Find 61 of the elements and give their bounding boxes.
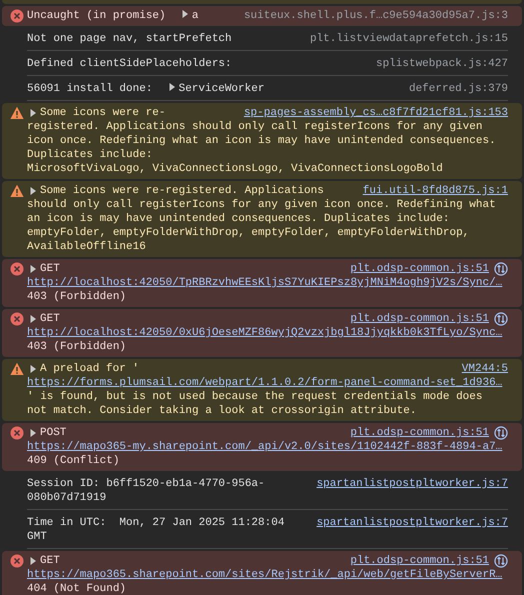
source-link[interactable]: plt.odsp-common.js:51 (350, 262, 489, 276)
disclosure-triangle-icon[interactable] (29, 429, 37, 437)
warning-icon (10, 184, 24, 198)
log-message: 403 (Forbidden) (27, 340, 128, 354)
url-link[interactable]: https://forms.plumsail.com/webpart/1.1.0.2/form-panel-command-set_1d936… (27, 376, 508, 390)
source-link[interactable]: fui.util-8fd8d875.js:1 (362, 184, 508, 198)
log-message: 404 (Not Found) (27, 582, 128, 595)
source-link[interactable]: spartanlistpostpltworker.js:7 (316, 516, 508, 530)
log-message: Defined clientSidePlaceholders: (27, 57, 232, 71)
error-icon (10, 262, 24, 276)
log-message: registered. Applications should only call registerIcons for any given icon once. Redefining what an icon is may have unintended consequences. Duplicates include: MicrosoftVivaLogo, VivaConnectionsLogo, VivaConnectionsLogoBold (27, 120, 497, 176)
log-message: 409 (Conflict) (27, 454, 120, 468)
disclosure-triangle-icon[interactable] (168, 83, 176, 91)
network-request-icon[interactable] (494, 262, 508, 276)
error-icon (10, 312, 24, 326)
source-link[interactable]: plt.odsp-common.js:51 (350, 312, 489, 326)
disclosure-triangle-icon[interactable] (29, 109, 37, 117)
warning-icon (10, 362, 24, 376)
source-link[interactable]: deferred.js:379 (408, 82, 508, 96)
log-message: ' is found, but is not used because the request credentials mode does not match. Consider taking a look at crossorigin attribute. (27, 390, 484, 418)
logged-object[interactable]: ServiceWorker (178, 83, 264, 95)
error-icon (10, 9, 24, 23)
warning-icon (10, 106, 24, 120)
error-icon (10, 426, 24, 440)
network-request-icon[interactable] (494, 426, 508, 440)
disclosure-triangle-icon[interactable] (29, 187, 37, 195)
source-link[interactable]: spartanlistpostpltworker.js:7 (316, 477, 508, 491)
url-link[interactable]: http://localhost:42050/0xU6jOeseMZF86wyjQ2vzxjbgl18Jjyqkkb0k3TfLyo/Sync… (27, 326, 508, 340)
disclosure-triangle-icon[interactable] (29, 557, 37, 565)
source-link[interactable]: suiteux.shell.plus.f…c9e594a30d95a7.js:3 (244, 9, 508, 23)
disclosure-triangle-icon[interactable] (29, 315, 37, 323)
source-link[interactable]: plt.listviewdataprefetch.js:15 (310, 32, 508, 46)
source-link[interactable]: splistwebpack.js:427 (376, 57, 508, 71)
log-message: GET (40, 262, 60, 276)
url-link[interactable]: https://mapo365.sharepoint.com/sites/Rejstrik/_api/web/getFileByServerR… (27, 568, 508, 582)
disclosure-triangle-icon[interactable] (180, 10, 189, 18)
log-message: Some icons were re- (40, 106, 166, 120)
log-message: Some icons were re-registered. Applications (40, 184, 324, 198)
log-message: Time in UTC: Mon, 27 Jan 2025 11:28:04 GMT (27, 516, 286, 544)
logged-object[interactable]: a (192, 10, 198, 22)
log-message: Uncaught (in promise) (27, 9, 166, 23)
log-message: Session ID: b6ff1520-eb1a-4770-956a-080b07d71919 (27, 477, 266, 505)
source-link[interactable]: sp-pages-assembly_cs…c8f7fd21cf81.js:153 (244, 106, 508, 120)
network-request-icon[interactable] (494, 554, 508, 568)
log-message: A preload for ' (40, 362, 140, 376)
log-message: POST (40, 426, 66, 440)
log-message: 56091 install done: (27, 82, 152, 96)
network-request-icon[interactable] (494, 312, 508, 326)
disclosure-triangle-icon[interactable] (29, 365, 37, 373)
log-message: GET (40, 554, 60, 568)
error-icon (10, 554, 24, 568)
source-link[interactable]: plt.odsp-common.js:51 (350, 554, 489, 568)
source-link[interactable]: VM244:5 (462, 362, 508, 376)
log-message: Not one page nav, startPrefetch (27, 32, 232, 46)
log-message: should only call registerIcons for any given icon once. Redefining what an icon is may have unintended consequences. Duplicates include: emptyFolder, emptyFolderWithDrop, emptyFolder, emptyFolderWithDrop, AvailableOffline16 (27, 198, 497, 254)
log-message: GET (40, 312, 60, 326)
disclosure-triangle-icon[interactable] (29, 265, 37, 273)
log-message: 403 (Forbidden) (27, 290, 128, 304)
url-link[interactable]: https://mapo365-my.sharepoint.com/_api/v2.0/sites/1102442f-883f-4894-a7… (27, 440, 508, 454)
source-link[interactable]: plt.odsp-common.js:51 (350, 426, 489, 440)
url-link[interactable]: http://localhost:42050/TpRBRzvhwEEsKljsS7YuKIEPsz8yjMNiM4ogh9jV2s/Sync/… (27, 276, 508, 290)
